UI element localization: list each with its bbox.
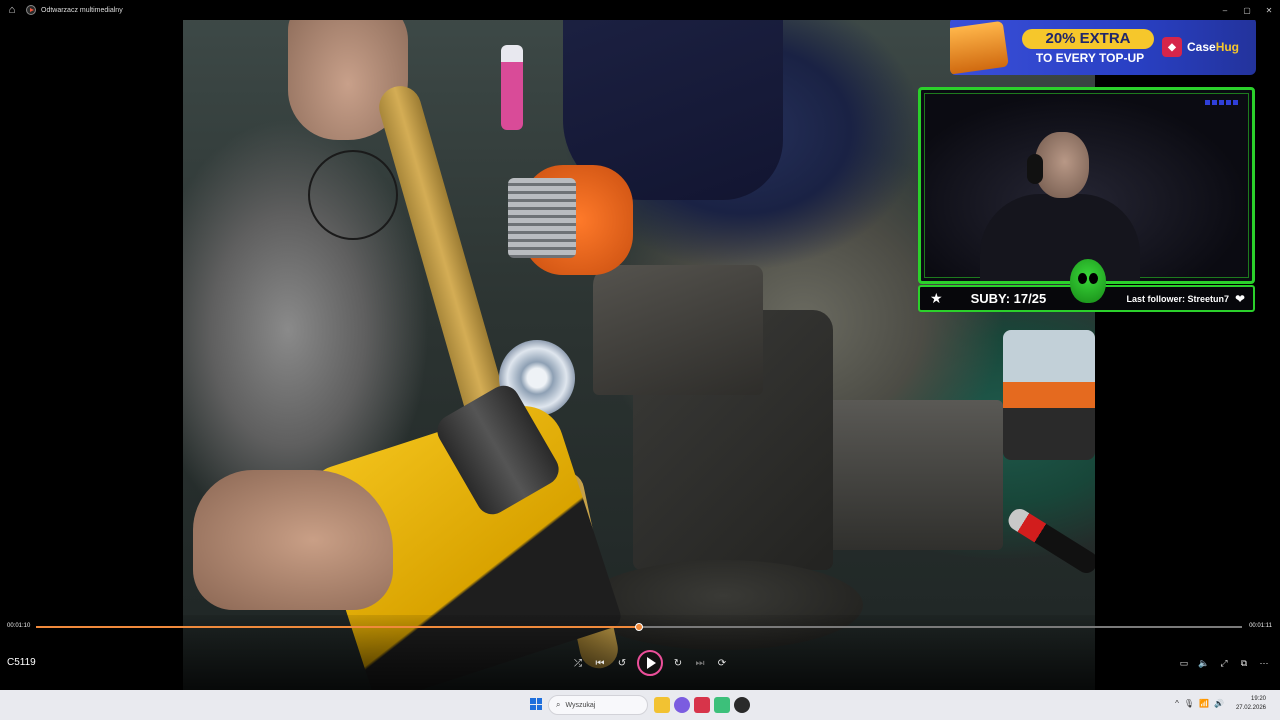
media-filename: C5119 bbox=[7, 657, 36, 668]
last-follower: Last follower: Streetun7 bbox=[1126, 293, 1229, 304]
clock-date: 27.02.2026 bbox=[1235, 705, 1266, 711]
media-player-window: ⌂ Odtwarzacz multimedialny – ▢ ✕ 20% EXT… bbox=[0, 0, 1280, 720]
rewind-button[interactable]: ↺ bbox=[611, 649, 633, 677]
sponsor-brand-accent: Hug bbox=[1215, 40, 1240, 54]
minimize-button[interactable]: – bbox=[1214, 0, 1236, 20]
gift-box-icon bbox=[950, 20, 1009, 75]
clock-time: 19:20 bbox=[1250, 696, 1266, 702]
seek-bar[interactable] bbox=[36, 623, 1242, 631]
sponsor-banner: 20% EXTRA TO EVERY TOP-UP ◆ Case Hug bbox=[950, 17, 1256, 75]
video-toolbox bbox=[1003, 330, 1095, 460]
video-bottle bbox=[501, 45, 523, 130]
window-controls: – ▢ ✕ bbox=[1214, 0, 1280, 20]
duration-time: 00:01:11 bbox=[1249, 623, 1272, 629]
tray-chevron-icon[interactable]: ^ bbox=[1175, 699, 1179, 708]
video-wire bbox=[308, 150, 398, 240]
webcam-person-body bbox=[980, 194, 1140, 281]
webcam-frame bbox=[918, 87, 1255, 284]
sponsor-brand-main: Case bbox=[1187, 40, 1216, 54]
video-propeller bbox=[374, 81, 514, 439]
system-tray: ^ 🎙 📶 🔊 bbox=[1175, 699, 1224, 708]
forward-button[interactable]: ↻ bbox=[667, 649, 689, 677]
current-time: 00:01:10 bbox=[7, 623, 31, 629]
media-player-taskbar-icon[interactable] bbox=[734, 697, 750, 713]
player-controls: 00:01:10 00:01:11 C5119 ⤮ ⏮ ↺ ↻ ⏭ ⟳ ▭ 🔈 … bbox=[0, 615, 1280, 690]
casehug-logo-icon: ◆ bbox=[1162, 37, 1182, 57]
office-app-icon[interactable] bbox=[694, 697, 710, 713]
alien-mascot-icon bbox=[1070, 259, 1106, 303]
maximize-button[interactable]: ▢ bbox=[1236, 0, 1258, 20]
video-vise-bar bbox=[803, 400, 1003, 550]
play-icon bbox=[647, 657, 656, 669]
video-vise-jaw bbox=[593, 265, 763, 395]
taskbar-clock[interactable]: 19:20 27.02.2026 bbox=[1236, 695, 1266, 713]
speaker-icon[interactable]: 🔊 bbox=[1214, 699, 1224, 708]
taskbar-search-placeholder: Wyszukaj bbox=[565, 701, 596, 709]
video-hand-left bbox=[193, 470, 393, 610]
secondary-controls: ▭ 🔈 ⤢ ⧉ ⋯ bbox=[1174, 649, 1274, 677]
microphone-icon[interactable]: 🎙 bbox=[1184, 699, 1194, 708]
file-explorer-icon[interactable] bbox=[654, 697, 670, 713]
previous-button[interactable]: ⏮ bbox=[589, 649, 611, 677]
volume-button[interactable]: 🔈 bbox=[1194, 649, 1214, 677]
game-app-icon[interactable] bbox=[714, 697, 730, 713]
miniplayer-button[interactable]: ▭ bbox=[1174, 649, 1194, 677]
transport-controls: ⤮ ⏮ ↺ ↻ ⏭ ⟳ bbox=[567, 649, 733, 677]
headset-icon bbox=[1027, 154, 1043, 184]
subs-counter: SUBY: 17/25 bbox=[970, 291, 1047, 306]
play-button[interactable] bbox=[637, 650, 663, 676]
taskbar-search[interactable]: ⌕ Wyszukaj bbox=[548, 695, 648, 715]
webcam-person-head bbox=[1035, 132, 1089, 198]
shuffle-button[interactable]: ⤮ bbox=[567, 649, 589, 677]
stream-stats-bar: ★ SUBY: 17/25 Last follower: Streetun7 ❤ bbox=[918, 259, 1255, 312]
seek-bar-thumb[interactable] bbox=[635, 623, 643, 631]
video-engine bbox=[508, 178, 576, 258]
cast-button[interactable]: ⧉ bbox=[1234, 649, 1254, 677]
star-icon: ★ bbox=[930, 290, 943, 306]
more-options-button[interactable]: ⋯ bbox=[1254, 649, 1274, 677]
fullscreen-button[interactable]: ⤢ bbox=[1214, 649, 1234, 677]
windows-taskbar: ⌕ Wyszukaj ^ 🎙 📶 🔊 19:20 27.02.2026 bbox=[0, 690, 1280, 720]
sponsor-headline: 20% EXTRA bbox=[1022, 29, 1154, 49]
window-title: Odtwarzacz multimedialny bbox=[41, 6, 123, 14]
next-button[interactable]: ⏭ bbox=[689, 649, 711, 677]
taskbar-apps bbox=[654, 697, 750, 713]
webcam-feed bbox=[924, 93, 1249, 281]
start-icon[interactable] bbox=[530, 698, 542, 710]
seek-bar-progress bbox=[36, 626, 639, 628]
heart-icon: ❤ bbox=[1234, 291, 1245, 306]
media-player-app-icon bbox=[26, 5, 36, 15]
video-screwdriver bbox=[1004, 505, 1095, 577]
home-icon[interactable]: ⌂ bbox=[5, 3, 19, 17]
sponsor-subline: TO EVERY TOP-UP bbox=[1035, 51, 1145, 65]
title-bar: ⌂ Odtwarzacz multimedialny – ▢ ✕ bbox=[0, 0, 1280, 20]
chat-app-icon[interactable] bbox=[674, 697, 690, 713]
close-button[interactable]: ✕ bbox=[1258, 0, 1280, 20]
sponsor-brand: ◆ Case Hug bbox=[1162, 37, 1239, 57]
search-icon: ⌕ bbox=[556, 700, 561, 709]
wifi-icon[interactable]: 📶 bbox=[1199, 699, 1209, 708]
repeat-button[interactable]: ⟳ bbox=[711, 649, 733, 677]
webcam-frame-dots bbox=[1205, 100, 1238, 105]
